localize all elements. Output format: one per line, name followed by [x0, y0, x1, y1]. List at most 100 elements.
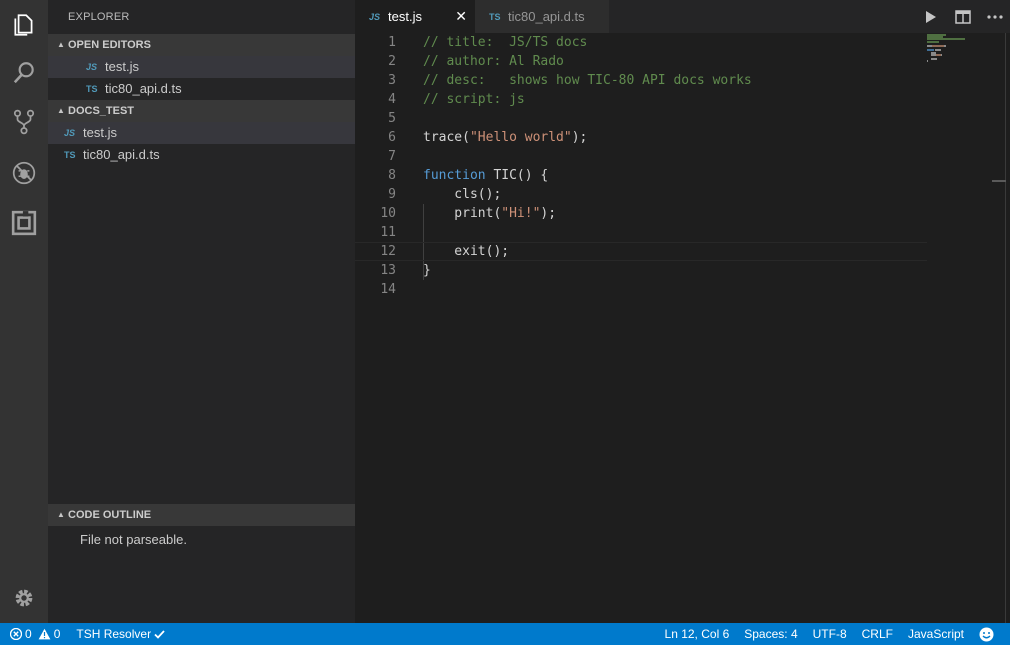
resolver-item[interactable]: TSH Resolver — [76, 627, 165, 641]
code-line[interactable]: 14 — [355, 280, 927, 299]
minimap-line — [935, 49, 942, 52]
code-line[interactable]: 2 // author: Al Rado — [355, 52, 927, 71]
code-outline-header[interactable]: ▲ CODE OUTLINE — [48, 504, 355, 526]
code-line[interactable]: 6 trace("Hello world"); — [355, 128, 927, 147]
open-editors-header[interactable]: ▲ OPEN EDITORS — [48, 34, 355, 56]
files-icon — [14, 14, 33, 36]
manage-button[interactable] — [0, 573, 48, 623]
line-source: cls(); — [423, 185, 501, 204]
open-editor-test-js[interactable]: JS test.js — [48, 56, 355, 78]
code-editor[interactable]: 1 // title: JS/TS docs 2 // author: Al Rado… — [355, 33, 927, 623]
file-name: test.js — [83, 125, 117, 140]
editor-actions — [922, 0, 1004, 33]
line-number: 8 — [388, 168, 396, 183]
code-line[interactable]: 8 function TIC() { — [355, 166, 927, 185]
code-token: print( — [423, 206, 502, 221]
sidebar-title: EXPLORER — [68, 11, 130, 23]
code-line[interactable]: 12 exit(); — [355, 242, 927, 261]
indentation[interactable]: Spaces: 4 — [744, 627, 797, 641]
minimap-line — [932, 45, 945, 47]
problems-indicator[interactable]: 0 0 — [10, 627, 60, 641]
code-line[interactable]: 5 — [355, 109, 927, 128]
line-source: function TIC() { — [423, 166, 548, 185]
extensions-button[interactable] — [0, 198, 48, 248]
minimap[interactable] — [927, 33, 997, 623]
cursor-position[interactable]: Ln 12, Col 6 — [665, 627, 730, 641]
editor-area: JS test.js ✕ TS tic80_api.d.ts 1 // title… — [355, 0, 1010, 623]
feedback-button[interactable] — [979, 627, 994, 642]
code-line[interactable]: 3 // desc: shows how TIC-80 API docs work… — [355, 71, 927, 90]
debug-icon — [12, 161, 36, 185]
tab-bar: JS test.js ✕ TS tic80_api.d.ts — [355, 0, 1010, 33]
code-token: // author: Al Rado — [423, 54, 564, 69]
line-number: 1 — [388, 35, 396, 50]
line-number: 12 — [380, 244, 396, 259]
line-number: 14 — [380, 282, 396, 297]
resolver-label: TSH Resolver — [76, 627, 152, 641]
folder-file-tic80-api[interactable]: TS tic80_api.d.ts — [48, 144, 355, 166]
smiley-icon — [979, 627, 994, 641]
source-control-icon — [13, 109, 35, 135]
tab-test-js[interactable]: JS test.js ✕ — [355, 0, 475, 33]
collapse-triangle-icon: ▲ — [57, 510, 65, 519]
split-editor-button[interactable] — [954, 8, 972, 26]
encoding[interactable]: UTF-8 — [813, 627, 847, 641]
code-line[interactable]: 1 // title: JS/TS docs — [355, 33, 927, 52]
code-line[interactable]: 9 cls(); — [355, 185, 927, 204]
js-file-icon: JS — [64, 128, 76, 138]
code-line[interactable]: 7 — [355, 147, 927, 166]
ts-file-icon: TS — [64, 150, 76, 160]
run-button[interactable] — [922, 8, 940, 26]
code-token: cls(); — [423, 187, 502, 202]
code-token: function — [423, 168, 486, 183]
line-source: // script: js — [423, 90, 525, 109]
explorer-button[interactable] — [0, 0, 48, 50]
gear-icon — [15, 589, 33, 607]
search-button[interactable] — [0, 48, 48, 98]
outline-message: File not parseable. — [80, 532, 187, 547]
code-token: ); — [540, 206, 557, 221]
line-number: 10 — [380, 206, 396, 221]
line-source: exit(); — [423, 242, 509, 261]
folder-header[interactable]: ▲ DOCS_TEST — [48, 100, 355, 122]
language-mode[interactable]: JavaScript — [908, 627, 964, 641]
file-name: tic80_api.d.ts — [83, 147, 160, 162]
folder-label: DOCS_TEST — [68, 105, 135, 117]
ellipsis-icon — [987, 14, 1003, 19]
code-line[interactable]: 11 — [355, 223, 927, 242]
ts-file-icon: TS — [86, 84, 98, 94]
error-icon — [10, 628, 22, 640]
code-line[interactable]: 4 // script: js — [355, 90, 927, 109]
line-number: 9 — [388, 187, 396, 202]
line-number: 7 — [388, 149, 396, 164]
vertical-scrollbar[interactable] — [1005, 33, 1006, 623]
more-actions-button[interactable] — [986, 8, 1004, 26]
warning-count: 0 — [53, 627, 61, 641]
minimap-line — [930, 58, 937, 61]
end-of-line[interactable]: CRLF — [862, 627, 893, 641]
split-editor-icon — [955, 9, 971, 24]
tab-tic80-api[interactable]: TS tic80_api.d.ts — [475, 0, 609, 33]
status-right: Ln 12, Col 6 Spaces: 4 UTF-8 CRLF JavaSc… — [665, 623, 994, 645]
debug-button[interactable] — [0, 148, 48, 198]
source-control-button[interactable] — [0, 97, 48, 147]
status-bar: 0 0 TSH Resolver Ln 12, Col 6 Spaces: 4 … — [0, 623, 1010, 645]
line-source: print("Hi!"); — [423, 204, 556, 223]
code-line[interactable]: 10 print("Hi!"); — [355, 204, 927, 223]
code-line[interactable]: 13} — [355, 261, 927, 280]
minimap-line — [927, 60, 928, 63]
folder-file-test-js[interactable]: JS test.js — [48, 122, 355, 144]
line-source: // desc: shows how TIC-80 API docs works — [423, 71, 752, 90]
line-number: 4 — [388, 92, 396, 107]
code-token: ); — [571, 130, 588, 145]
open-editor-tic80-api[interactable]: TS tic80_api.d.ts — [48, 78, 355, 100]
search-icon — [13, 62, 34, 84]
code-token: // script: js — [423, 92, 525, 107]
line-number: 13 — [380, 263, 396, 278]
close-icon[interactable]: ✕ — [455, 8, 467, 25]
code-token: } — [423, 263, 431, 278]
play-icon — [926, 10, 936, 23]
status-left: 0 0 TSH Resolver — [10, 623, 165, 645]
file-name: tic80_api.d.ts — [105, 81, 182, 96]
tab-label: tic80_api.d.ts — [508, 9, 585, 24]
